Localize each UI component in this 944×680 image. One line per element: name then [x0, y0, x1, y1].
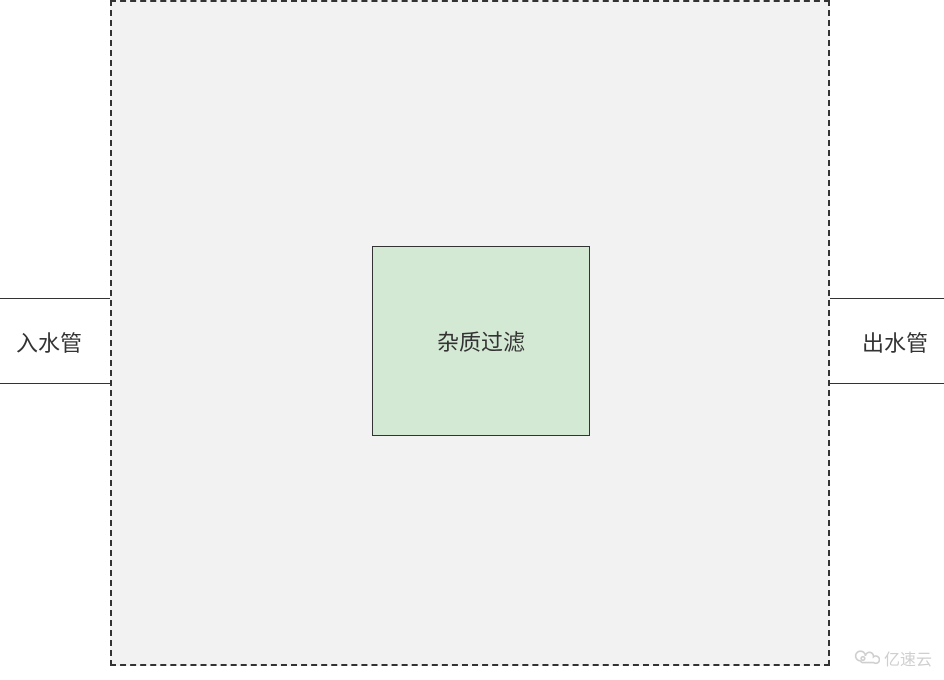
- cloud-icon: [854, 647, 880, 670]
- inlet-pipe-label: 入水管: [16, 326, 82, 358]
- filter-box: 杂质过滤: [372, 246, 590, 436]
- watermark-text: 亿速云: [884, 646, 932, 670]
- watermark: 亿速云: [854, 646, 932, 670]
- outlet-pipe-label: 出水管: [862, 326, 928, 358]
- filter-label: 杂质过滤: [437, 325, 525, 357]
